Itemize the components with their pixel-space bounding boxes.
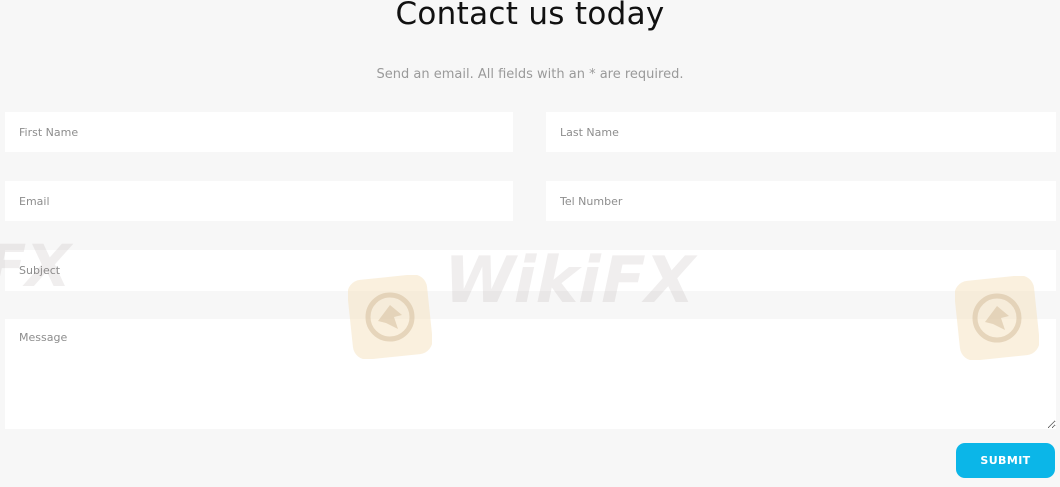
page-title: Contact us today <box>395 0 665 32</box>
email-field[interactable] <box>5 181 513 221</box>
first-name-field[interactable] <box>5 112 513 152</box>
tel-number-field[interactable] <box>546 181 1056 221</box>
subject-field[interactable] <box>5 250 1056 291</box>
submit-button[interactable]: SUBMIT <box>956 443 1055 478</box>
last-name-field[interactable] <box>546 112 1056 152</box>
message-field[interactable] <box>5 319 1056 429</box>
contact-page: Contact us today Send an email. All fiel… <box>0 0 1060 487</box>
page-subtitle: Send an email. All fields with an * are … <box>376 67 684 82</box>
